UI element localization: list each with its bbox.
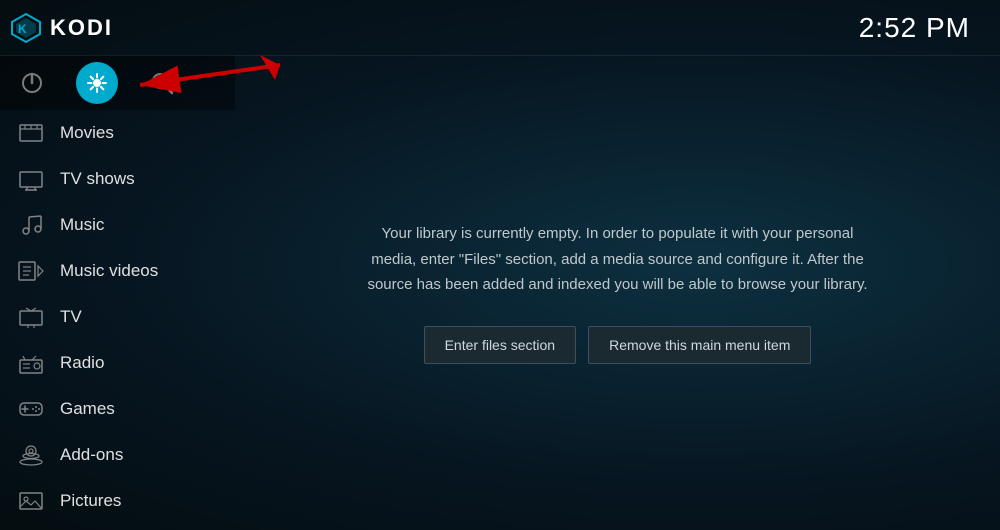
sidebar-item-addons[interactable]: Add-ons: [0, 432, 235, 478]
content-box: Your library is currently empty. In orde…: [338, 201, 898, 384]
pictures-icon: [18, 488, 44, 514]
header: K KODI 2:52 PM: [0, 0, 1000, 55]
search-icon[interactable]: [148, 69, 176, 97]
games-icon: [18, 396, 44, 422]
app-title: KODI: [50, 15, 113, 41]
addons-icon: [18, 442, 44, 468]
header-left: K KODI: [0, 12, 235, 44]
music-icon: [18, 212, 44, 238]
library-message: Your library is currently empty. In orde…: [358, 221, 878, 298]
enter-files-section-button[interactable]: Enter files section: [424, 326, 577, 364]
sidebar-item-musicvideos-label: Music videos: [60, 261, 158, 281]
top-icons-bar: [0, 55, 235, 110]
sidebar-item-music-label: Music: [60, 215, 104, 235]
main-content: Your library is currently empty. In orde…: [235, 55, 1000, 530]
sidebar-item-pictures-label: Pictures: [60, 491, 121, 511]
header-right: 2:52 PM: [235, 12, 1000, 44]
sidebar-item-music[interactable]: Music: [0, 202, 235, 248]
sidebar-item-radio-label: Radio: [60, 353, 104, 373]
sidebar-item-games-label: Games: [60, 399, 115, 419]
sidebar-menu: Movies TV shows Music: [0, 110, 235, 524]
sidebar-item-tv-label: TV: [60, 307, 82, 327]
remove-menu-item-button[interactable]: Remove this main menu item: [588, 326, 811, 364]
header-divider: [0, 55, 1000, 56]
tv-shows-icon: [18, 166, 44, 192]
sidebar-item-radio[interactable]: Radio: [0, 340, 235, 386]
settings-icon[interactable]: [76, 62, 118, 104]
sidebar-item-addons-label: Add-ons: [60, 445, 123, 465]
radio-icon: [18, 350, 44, 376]
svg-text:K: K: [18, 22, 27, 36]
power-icon[interactable]: [18, 69, 46, 97]
sidebar-item-tvshows-label: TV shows: [60, 169, 135, 189]
sidebar-item-movies[interactable]: Movies: [0, 110, 235, 156]
tv-icon: [18, 304, 44, 330]
sidebar-item-tv[interactable]: TV: [0, 294, 235, 340]
sidebar-item-movies-label: Movies: [60, 123, 114, 143]
sidebar-item-tvshows[interactable]: TV shows: [0, 156, 235, 202]
movies-icon: [18, 120, 44, 146]
music-videos-icon: [18, 258, 44, 284]
time-display: 2:52 PM: [859, 12, 970, 44]
kodi-logo-icon: K: [10, 12, 42, 44]
sidebar-item-pictures[interactable]: Pictures: [0, 478, 235, 524]
action-buttons: Enter files section Remove this main men…: [358, 326, 878, 364]
sidebar-item-musicvideos[interactable]: Music videos: [0, 248, 235, 294]
sidebar-item-games[interactable]: Games: [0, 386, 235, 432]
